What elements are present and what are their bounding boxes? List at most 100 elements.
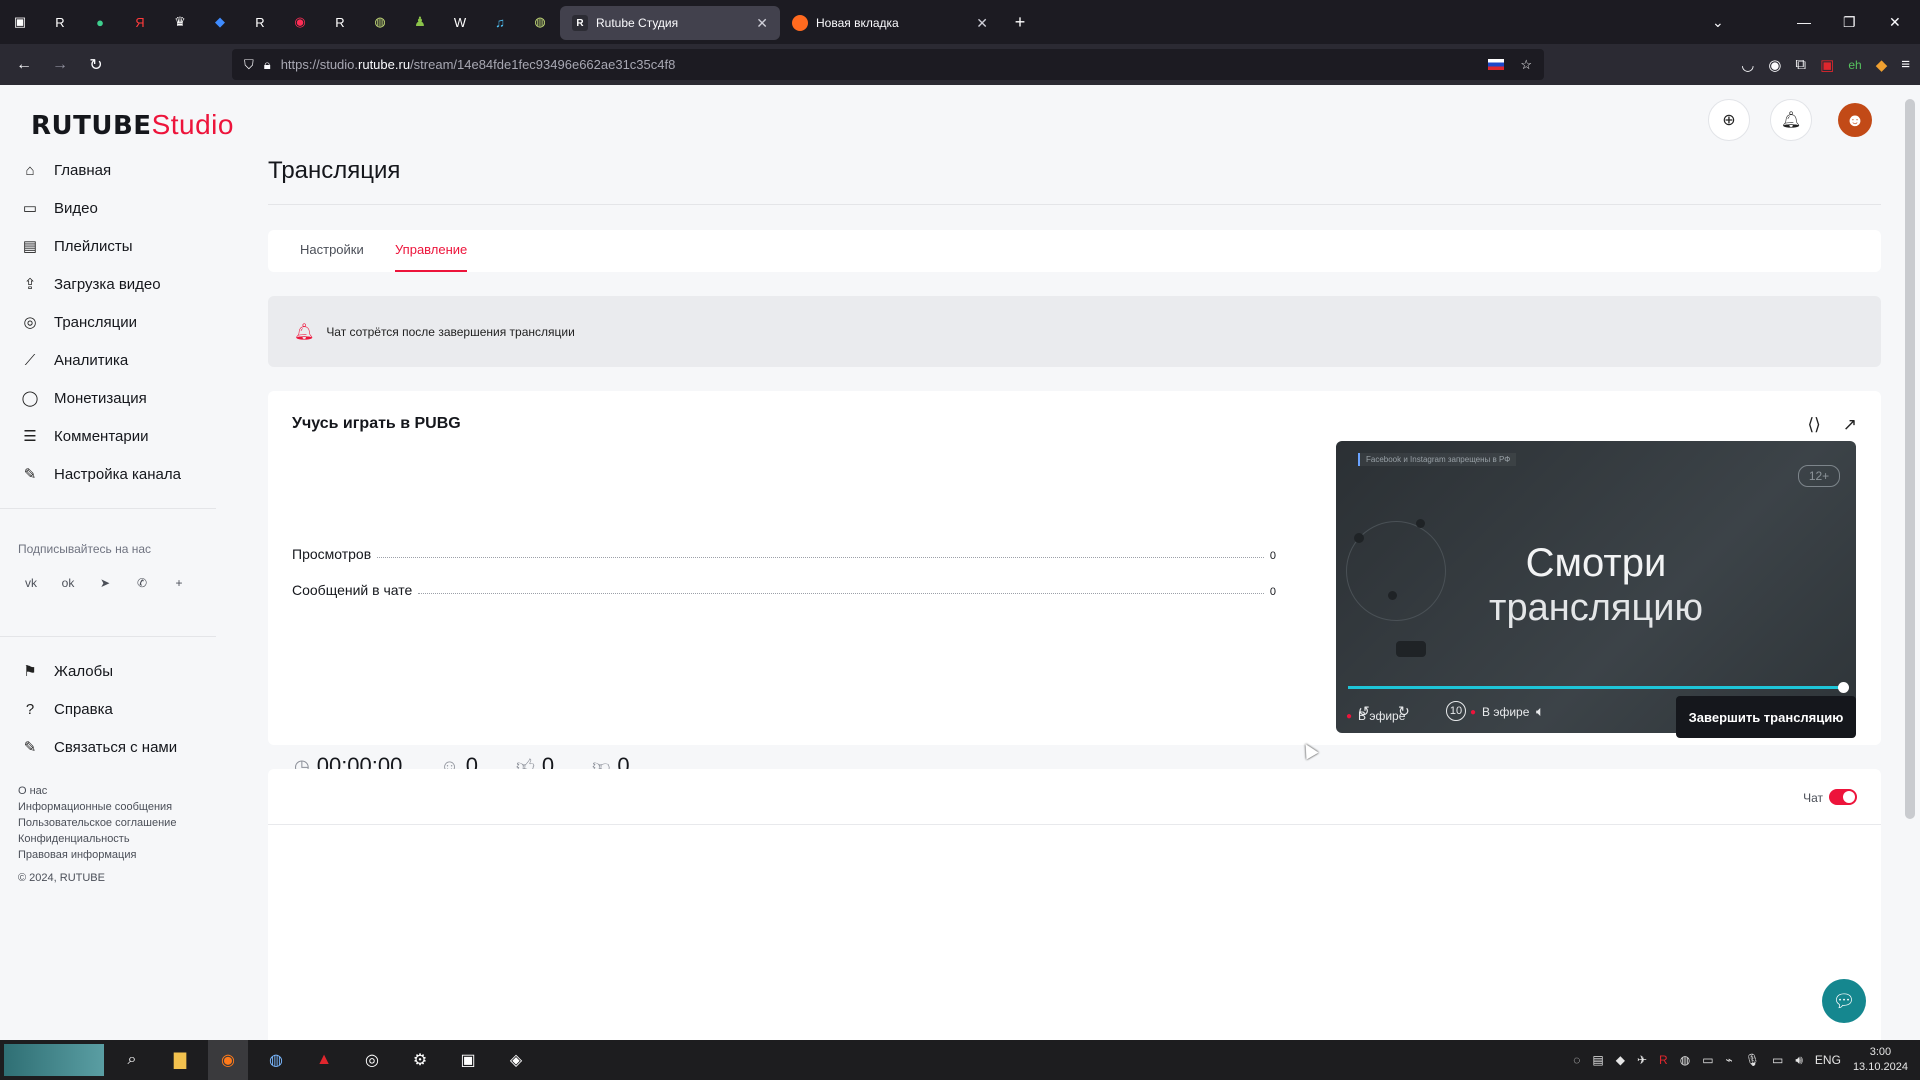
end-stream-button[interactable]: Завершить трансляцию — [1676, 696, 1856, 738]
bookmark-star-icon[interactable]: ☆ — [1520, 57, 1532, 73]
avatar[interactable]: ☻ — [1838, 103, 1872, 137]
network-icon[interactable]: ▭ — [1772, 1053, 1783, 1067]
viber-icon[interactable]: ✆ — [131, 572, 153, 594]
reload-icon[interactable]: ↻ — [80, 49, 112, 81]
footer-link[interactable]: О нас — [18, 783, 176, 799]
search-icon[interactable]: ⌕ — [112, 1040, 152, 1080]
pinned-site-icon[interactable]: ♛ — [169, 11, 191, 33]
tray-icon[interactable]: ▭ — [1702, 1053, 1713, 1067]
amd-icon[interactable]: ▲ — [304, 1040, 344, 1080]
file-explorer-icon[interactable]: ▇ — [160, 1040, 200, 1080]
firefox-icon[interactable]: ◉ — [208, 1040, 248, 1080]
tab-list-icon[interactable]: ⌄ — [1712, 0, 1724, 44]
ok-icon[interactable]: ok — [57, 572, 79, 594]
tray-icon[interactable]: ◍ — [1680, 1053, 1690, 1067]
tray-icon[interactable]: ▤ — [1592, 1053, 1603, 1067]
extensions-icon[interactable]: ⧉ — [1795, 56, 1806, 73]
sidebar-item-channel-settings[interactable]: ✎ Настройка канала — [18, 455, 181, 493]
pinned-site-icon[interactable]: Я — [129, 11, 151, 33]
start-area[interactable] — [4, 1044, 104, 1076]
pinned-site-icon[interactable]: R — [329, 11, 351, 33]
progress-knob[interactable] — [1838, 682, 1849, 693]
close-tab-icon[interactable]: ✕ — [756, 15, 768, 32]
sidebar-item-playlist[interactable]: ▤ Плейлисты — [18, 227, 181, 265]
tray-icon[interactable]: ◌ — [1573, 1053, 1580, 1067]
notifications-bell-icon[interactable]: 🔔︎ — [1770, 99, 1812, 141]
sidebar-item-broadcast[interactable]: ◎ Трансляции — [18, 303, 181, 341]
pinned-site-icon[interactable]: W — [449, 11, 471, 33]
progress-bar[interactable] — [1348, 682, 1849, 693]
footer-link[interactable]: Правовая информация — [18, 847, 176, 863]
scrollbar[interactable] — [1905, 99, 1915, 819]
minimize-button[interactable]: — — [1797, 0, 1811, 44]
analytics-icon: ⟋ — [24, 351, 36, 369]
open-external-icon[interactable]: ↗ — [1843, 415, 1857, 435]
steam-icon[interactable]: ◍ — [256, 1040, 296, 1080]
close-window-button[interactable]: ✕ — [1889, 0, 1901, 44]
mic-icon[interactable]: 🎙︎ — [1745, 1053, 1760, 1067]
share-icon[interactable]: ⟨⟩ — [1807, 415, 1820, 435]
sidebar-item-home[interactable]: ⌂ Главная — [18, 151, 181, 189]
sidebar-item-contact[interactable]: ✎ Связаться с нами — [18, 728, 177, 766]
sidebar-item-monetization[interactable]: ◯ Монетизация — [18, 379, 181, 417]
account-icon[interactable]: ◉ — [1768, 56, 1781, 74]
speaker-icon[interactable]: 🔊︎ — [1795, 1053, 1803, 1068]
tab-rutube-studio[interactable]: R Rutube Студия ✕ — [560, 6, 780, 40]
back-icon[interactable]: ← — [8, 49, 40, 81]
eh-extension-icon[interactable]: eh — [1848, 58, 1861, 72]
sidebar-item-upload[interactable]: ⇪ Загрузка видео — [18, 265, 181, 303]
url-bar[interactable]: ⛉ 🔒︎ https://studio. rutube.ru /stream/1… — [232, 49, 1544, 80]
sidebar-item-label: Настройка канала — [54, 465, 181, 483]
menu-icon[interactable]: ≡ — [1901, 56, 1910, 73]
app-icon[interactable]: ▣ — [448, 1040, 488, 1080]
skip-10-icon[interactable]: 10 — [1446, 701, 1466, 721]
pinned-site-icon[interactable]: ♟ — [409, 11, 431, 33]
new-tab-button[interactable]: + — [1009, 11, 1031, 33]
sidebar-item-flag[interactable]: ⚑ Жалобы — [18, 652, 177, 690]
rutube-studio-logo[interactable]: RUTUBEStudio — [31, 109, 234, 141]
extension-badge-icon[interactable]: ▣ — [1820, 56, 1834, 74]
extension-owl-icon[interactable]: ◆ — [1876, 56, 1888, 74]
support-chat-button[interactable]: 💬︎ — [1822, 979, 1866, 1023]
telegram-icon[interactable]: ➤ — [94, 572, 116, 594]
pinned-site-icon[interactable]: ◆ — [209, 11, 231, 33]
tab-settings[interactable]: Настройки — [300, 242, 364, 257]
russia-flag-icon[interactable] — [1488, 59, 1504, 70]
settings-icon[interactable]: ⚙ — [400, 1040, 440, 1080]
tray-icon[interactable]: ✈ — [1637, 1053, 1647, 1067]
footer-link[interactable]: Конфиденциальность — [18, 831, 176, 847]
tab-management[interactable]: Управление — [395, 242, 467, 257]
sidebar-item-help[interactable]: ? Справка — [18, 690, 177, 728]
close-tab-icon[interactable]: ✕ — [976, 15, 988, 32]
restore-button[interactable]: ❐ — [1843, 0, 1856, 44]
chat-toggle[interactable] — [1829, 789, 1857, 805]
tab-overview-icon[interactable]: ▣ — [9, 11, 31, 33]
pinned-site-icon[interactable]: ◍ — [369, 11, 391, 33]
sidebar-item-comments[interactable]: ☰ Комментарии — [18, 417, 181, 455]
usb-icon[interactable]: ⌁ — [1726, 1053, 1733, 1067]
pinned-site-icon[interactable]: R — [249, 11, 271, 33]
footer-link[interactable]: Информационные сообщения — [18, 799, 176, 815]
pinned-site-icon[interactable]: ◉ — [289, 11, 311, 33]
tab-new-tab[interactable]: Новая вкладка ✕ — [780, 6, 1000, 40]
pubg-icon[interactable]: ◈ — [496, 1040, 536, 1080]
vk-icon[interactable]: vk — [20, 572, 42, 594]
volume-icon[interactable]: 🔈︎ — [1536, 703, 1544, 720]
tray-icon[interactable]: R — [1659, 1053, 1668, 1067]
pinned-site-icon[interactable]: ● — [89, 11, 111, 33]
pocket-icon[interactable]: ◡ — [1741, 56, 1754, 74]
pinned-site-icon[interactable]: R — [49, 11, 71, 33]
create-button[interactable]: ⊕ — [1708, 99, 1750, 141]
more-icon[interactable]: + — [168, 572, 190, 594]
pinned-site-icon[interactable]: ♫ — [489, 11, 511, 33]
video-player[interactable]: Facebook и Instagram запрещены в РФ 12+ … — [1336, 441, 1856, 733]
obs-icon[interactable]: ◎ — [352, 1040, 392, 1080]
clock[interactable]: 3:00 13.10.2024 — [1853, 1045, 1908, 1075]
tray-icon[interactable]: ◆ — [1616, 1053, 1625, 1067]
sidebar-item-video[interactable]: ▭ Видео — [18, 189, 181, 227]
pinned-site-icon[interactable]: ◍ — [529, 11, 551, 33]
sidebar-item-analytics[interactable]: ⟋ Аналитика — [18, 341, 181, 379]
forward-icon[interactable]: → — [44, 49, 76, 81]
language-indicator[interactable]: ENG — [1815, 1053, 1841, 1067]
footer-link[interactable]: Пользовательское соглашение — [18, 815, 176, 831]
